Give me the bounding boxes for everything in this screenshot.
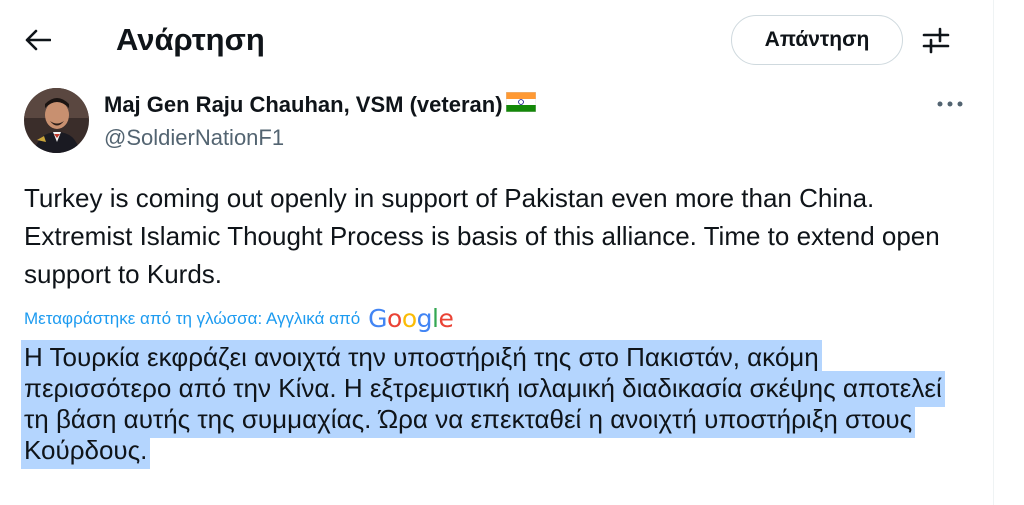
more-horizontal-icon — [937, 101, 963, 107]
translation-note[interactable]: Μεταφράστηκε από τη γλώσσα: Αγγλικά από … — [24, 304, 454, 334]
author-name-text: Maj Gen Raju Chauhan, VSM (veteran) — [104, 92, 503, 117]
translated-text-selection: Η Τουρκία εκφράζει ανοιχτά την υποστήριξ… — [21, 340, 945, 469]
india-flag-icon — [505, 91, 536, 119]
author-name[interactable]: Maj Gen Raju Chauhan, VSM (veteran) — [104, 91, 536, 119]
translation-note-text: Μεταφράστηκε από τη γλώσσα: Αγγλικά από — [24, 309, 361, 328]
google-logo: Google — [368, 304, 454, 333]
translated-post-text: Η Τουρκία εκφράζει ανοιχτά την υποστήριξ… — [21, 340, 951, 469]
author-handle[interactable]: @SoldierNationF1 — [104, 124, 284, 152]
column-divider — [993, 0, 994, 505]
back-button[interactable] — [18, 20, 58, 60]
arrow-left-icon — [25, 29, 51, 51]
avatar[interactable] — [24, 88, 89, 153]
sliders-icon — [922, 27, 950, 54]
reply-button[interactable]: Απάντηση — [731, 15, 903, 65]
post-text: Turkey is coming out openly in support o… — [24, 183, 940, 289]
page-title: Ανάρτηση — [116, 22, 265, 57]
more-button[interactable] — [930, 92, 970, 116]
settings-button[interactable] — [918, 22, 954, 58]
